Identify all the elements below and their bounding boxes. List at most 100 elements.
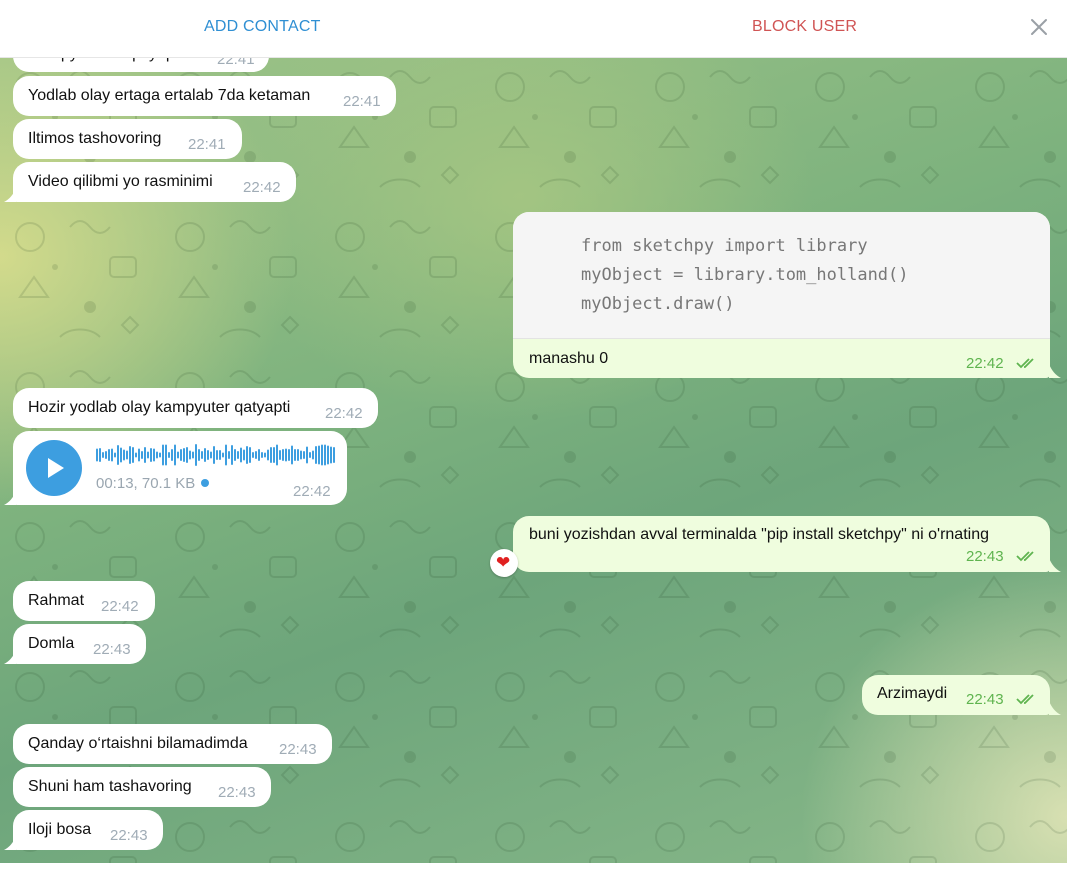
message-incoming[interactable]: Qanday o‘rtaishni bilamadimda 22:43: [13, 724, 332, 764]
waveform-bar: [288, 449, 290, 461]
waveform-bar: [156, 451, 158, 459]
message-time: 22:42: [325, 405, 363, 422]
waveform-bar: [171, 449, 173, 461]
add-contact-button[interactable]: ADD CONTACT: [204, 18, 321, 36]
waveform-bar: [330, 446, 332, 464]
waveform-bar: [225, 444, 227, 466]
message-caption: manashu 0: [529, 350, 609, 367]
message-incoming[interactable]: Rahmat 22:42: [13, 581, 155, 621]
message-time: 22:43: [93, 641, 131, 658]
chat-header-bar: ADD CONTACT BLOCK USER: [0, 0, 1067, 58]
waveform-bar: [111, 448, 113, 462]
message-time: 22:42: [293, 483, 331, 500]
message-text: Iltimos tashovoring: [28, 130, 162, 147]
message-text: Shuni ham tashavoring: [28, 778, 192, 795]
unplayed-indicator: [201, 479, 210, 487]
code-line: from sketchpy import library: [581, 236, 868, 256]
message-text: Yodlab olay ertaga ertalab 7da ketaman: [28, 87, 311, 104]
waveform-bar: [135, 452, 137, 458]
message-outgoing-code[interactable]: from sketchpy import library myObject = …: [513, 212, 1050, 378]
message-incoming[interactable]: Hozir yodlab olay kampyuter qatyapti 22:…: [13, 388, 378, 428]
waveform-bar: [183, 448, 185, 462]
waveform-bar: [186, 447, 188, 463]
code-line: myObject.draw(): [581, 294, 735, 314]
message-incoming[interactable]: Video qilibmi yo rasminimi 22:42: [13, 162, 296, 202]
voice-meta: 00:13, 70.1 KB: [96, 475, 210, 492]
message-time: 22:41: [188, 136, 226, 153]
waveform-bar: [255, 451, 257, 459]
waveform-bar: [198, 449, 200, 461]
waveform-bar: [126, 450, 128, 460]
voice-duration-size: 00:13, 70.1 KB: [96, 475, 196, 492]
heart-reaction[interactable]: ❤: [490, 549, 518, 577]
waveform-bar: [177, 451, 179, 459]
bubble-tail: [4, 650, 16, 664]
message-incoming[interactable]: Domla 22:43: [13, 624, 146, 664]
bubble-tail: [4, 836, 16, 850]
waveform-bar: [207, 450, 209, 460]
waveform-bar: [123, 449, 125, 461]
waveform-bar: [99, 448, 101, 462]
bubble-tail: [1049, 364, 1061, 378]
code-line: myObject = library.tom_holland(): [581, 265, 909, 285]
heart-icon: ❤: [496, 553, 511, 572]
message-text: Rahmat: [28, 592, 85, 609]
waveform-bar: [228, 451, 230, 459]
message-time: 22:43: [966, 691, 1004, 708]
waveform-bar: [180, 449, 182, 461]
waveform-bar: [252, 452, 254, 458]
message-time: 22:43: [966, 548, 1004, 565]
waveform-bar: [264, 452, 266, 458]
read-checkmarks-icon: [1016, 358, 1034, 369]
close-icon[interactable]: [1028, 16, 1050, 38]
waveform-bar: [267, 449, 269, 461]
waveform-bar: [261, 452, 263, 458]
block-user-button[interactable]: BLOCK USER: [752, 18, 857, 36]
message-incoming[interactable]: Shuni ham tashavoring 22:43: [13, 767, 271, 807]
waveform-bar: [150, 448, 152, 462]
waveform-bar: [306, 446, 308, 464]
waveform-bar: [303, 451, 305, 459]
voice-waveform[interactable]: [96, 443, 336, 467]
waveform-bar: [333, 447, 335, 463]
waveform-bar: [174, 444, 176, 466]
waveform-bar: [309, 452, 311, 458]
waveform-bar: [279, 450, 281, 460]
message-time: 22:43: [110, 827, 148, 844]
waveform-bar: [120, 447, 122, 463]
waveform-bar: [168, 452, 170, 458]
waveform-bar: [231, 445, 233, 465]
play-button[interactable]: [26, 440, 82, 496]
waveform-bar: [216, 450, 218, 460]
bubble-tail: [4, 491, 16, 505]
waveform-bar: [162, 444, 164, 466]
waveform-bar: [159, 452, 161, 458]
message-outgoing[interactable]: Arzimaydi 22:43: [862, 675, 1050, 715]
message-incoming[interactable]: Iltimos tashovoring 22:41: [13, 119, 242, 159]
message-time: 22:42: [243, 179, 281, 196]
waveform-bar: [273, 447, 275, 463]
message-incoming[interactable]: Iloji bosa 22:43: [13, 810, 163, 850]
waveform-bar: [327, 445, 329, 465]
waveform-bar: [312, 450, 314, 460]
waveform-bar: [213, 446, 215, 464]
code-block[interactable]: from sketchpy import library myObject = …: [513, 212, 1050, 339]
play-icon: [48, 458, 64, 478]
waveform-bar: [105, 451, 107, 459]
message-time: 22:43: [279, 741, 317, 758]
message-outgoing[interactable]: buni yozishdan avval terminalda "pip ins…: [513, 516, 1050, 572]
waveform-bar: [249, 447, 251, 463]
waveform-bar: [297, 449, 299, 461]
bubble-tail: [1049, 701, 1061, 715]
waveform-bar: [204, 448, 206, 462]
waveform-bar: [321, 444, 323, 466]
waveform-bar: [318, 445, 320, 465]
waveform-bar: [315, 446, 317, 464]
message-incoming[interactable]: Yodlab olay ertaga ertalab 7da ketaman 2…: [13, 76, 396, 116]
waveform-bar: [165, 444, 167, 466]
waveform-bar: [189, 450, 191, 460]
waveform-bar: [147, 451, 149, 459]
waveform-bar: [276, 444, 278, 466]
waveform-bar: [285, 448, 287, 462]
voice-message[interactable]: 00:13, 70.1 KB 22:42: [13, 431, 347, 505]
